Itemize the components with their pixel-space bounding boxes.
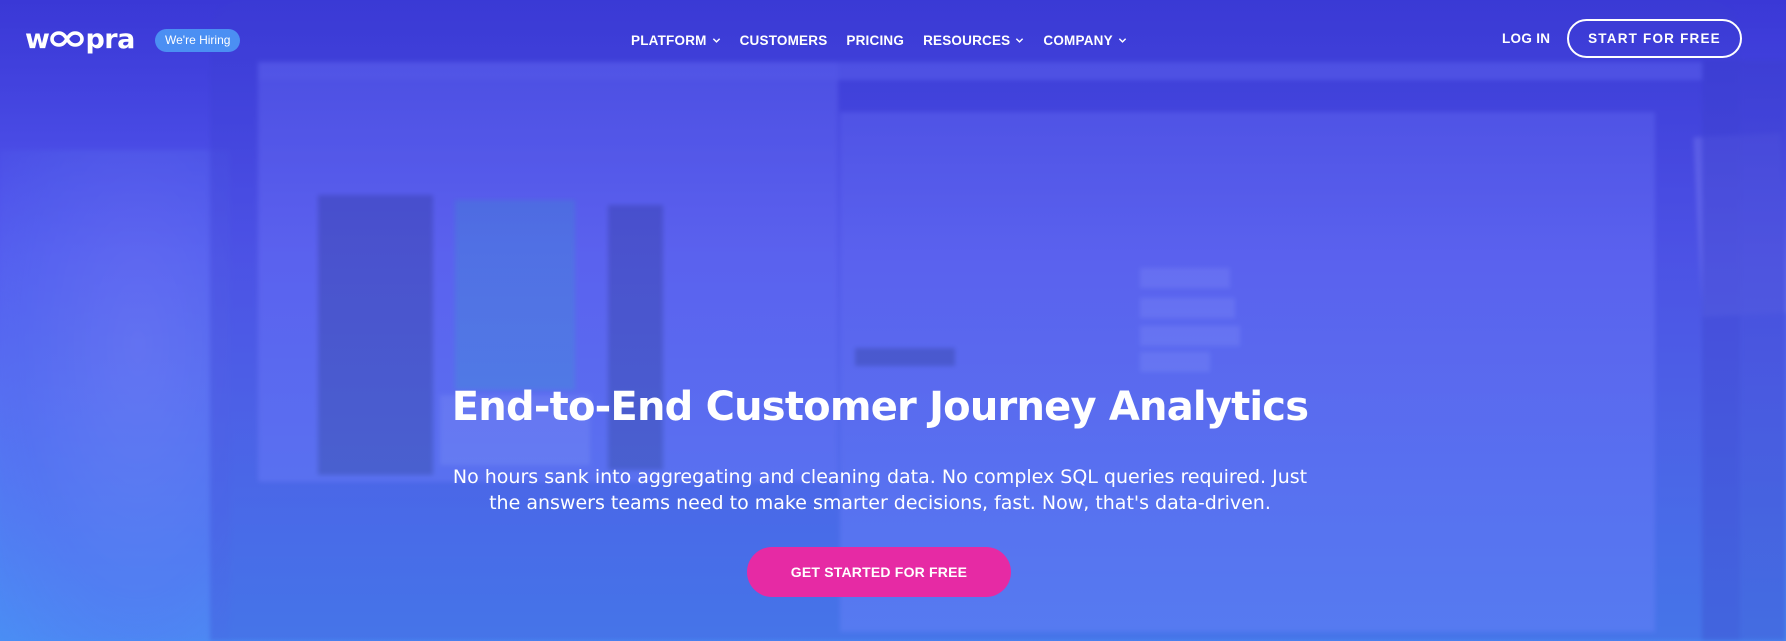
nav-item-label: PLATFORM bbox=[631, 32, 707, 48]
get-started-button[interactable]: GET STARTED FOR FREE bbox=[747, 547, 1011, 597]
nav-item-label: RESOURCES bbox=[923, 32, 1011, 48]
hero-subtext: No hours sank into aggregating and clean… bbox=[420, 464, 1340, 516]
start-for-free-button[interactable]: START FOR FREE bbox=[1567, 19, 1742, 58]
hero-subtext-line: the answers teams need to make smarter d… bbox=[489, 492, 1271, 514]
main-nav: PLATFORM CUSTOMERS PRICING RESOURCES COM… bbox=[631, 31, 1127, 49]
infinity-icon bbox=[50, 31, 85, 47]
top-navbar: w pra We're Hiring PLATFORM CUSTOMERS PR… bbox=[0, 0, 1786, 78]
login-link[interactable]: LOG IN bbox=[1502, 31, 1550, 46]
hero-subtext-line: No hours sank into aggregating and clean… bbox=[452, 466, 1308, 488]
nav-item-company[interactable]: COMPANY bbox=[1043, 33, 1126, 48]
nav-item-pricing[interactable]: PRICING bbox=[846, 33, 904, 48]
nav-item-customers[interactable]: CUSTOMERS bbox=[740, 33, 828, 48]
chevron-down-icon bbox=[1016, 37, 1024, 43]
hero-overlay bbox=[0, 0, 1786, 641]
hero-section: w pra We're Hiring PLATFORM CUSTOMERS PR… bbox=[0, 0, 1786, 641]
chevron-down-icon bbox=[712, 37, 720, 43]
woopra-logo[interactable]: w pra bbox=[25, 22, 135, 56]
nav-item-resources[interactable]: RESOURCES bbox=[923, 33, 1024, 48]
nav-item-platform[interactable]: PLATFORM bbox=[631, 33, 721, 48]
nav-item-label: PRICING bbox=[846, 32, 905, 48]
logo-text-right: pra bbox=[85, 23, 135, 55]
chevron-down-icon bbox=[1118, 37, 1126, 43]
hiring-badge[interactable]: We're Hiring bbox=[155, 29, 241, 52]
nav-item-label: COMPANY bbox=[1043, 32, 1113, 48]
nav-item-label: CUSTOMERS bbox=[739, 32, 828, 48]
hero-headline: End-to-End Customer Journey Analytics bbox=[451, 384, 1309, 430]
logo-text-left: w bbox=[25, 23, 50, 55]
